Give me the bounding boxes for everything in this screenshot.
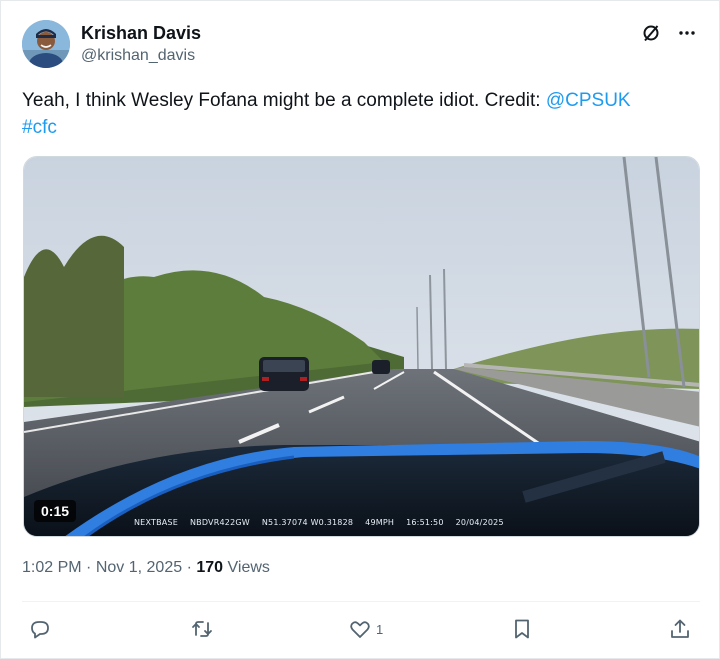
tweet-text: Yeah, I think Wesley Fofana might be a c… [22,87,702,141]
reply-icon [31,621,49,639]
overlay-coords: N51.37074 W0.31828 [261,518,354,527]
share-icon [671,619,689,638]
tweet-card: Krishan Davis @krishan_davis Yeah, I thi… [0,0,720,659]
overlay-plate: NBDVR422GW [189,518,250,527]
like-button[interactable]: 1 [348,613,383,645]
tweet-time[interactable]: 1:02 PM [22,559,82,576]
author-names: Krishan Davis @krishan_davis [81,22,201,67]
heart-icon [350,621,370,638]
dashcam-overlay: NEXTBASE NBDVR422GW N51.37074 W0.31828 49MP… [134,518,516,527]
header-actions [640,22,698,44]
meta-separator: · [86,559,92,576]
tweet-body: Yeah, I think Wesley Fofana might be a c… [22,90,546,111]
dashcam-video-frame [24,157,699,536]
like-count: 1 [376,621,384,637]
grok-icon[interactable] [640,22,662,44]
video-player[interactable]: 0:15 NEXTBASE NBDVR422GW N51.37074 W0.3182… [23,156,700,537]
views-label: Views [227,559,270,576]
person-avatar-icon [22,20,70,68]
meta-separator: · [186,559,192,576]
divider [22,601,700,602]
bookmark-icon [515,619,529,639]
bookmark-button[interactable] [510,613,534,645]
overlay-time: 16:51:50 [406,518,444,527]
avatar[interactable] [22,20,70,68]
action-bar: 1 [22,613,702,645]
retweet-icon [192,621,212,637]
overlay-date: 20/04/2025 [455,518,504,527]
tweet-meta: 1:02 PM · Nov 1, 2025 · 170 Views [22,557,270,579]
more-icon[interactable] [676,22,698,44]
hashtag-link[interactable]: #cfc [22,117,57,138]
author-handle[interactable]: @krishan_davis [81,45,201,67]
overlay-brand: NEXTBASE [134,518,178,527]
share-button[interactable] [668,613,692,645]
mention-link[interactable]: @CPSUK [546,90,631,111]
overlay-speed: 49MPH [365,518,395,527]
video-duration: 0:15 [34,500,77,522]
tweet-date[interactable]: Nov 1, 2025 [96,559,182,576]
author-display-name[interactable]: Krishan Davis [81,22,201,44]
reply-button[interactable] [28,613,56,645]
views-count: 170 [196,559,224,576]
tweet-header: Krishan Davis @krishan_davis [22,18,702,70]
retweet-button[interactable] [190,613,218,645]
